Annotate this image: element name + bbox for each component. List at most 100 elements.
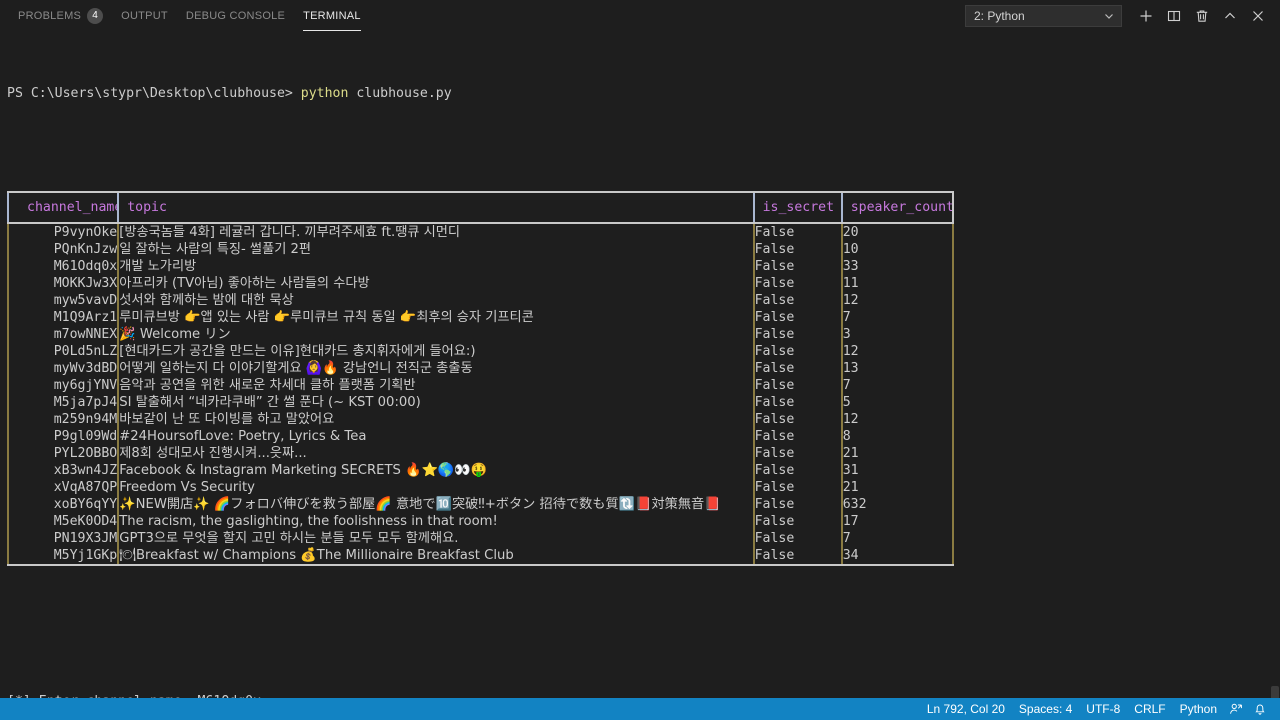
panel-actions: 2: Python <box>965 0 1280 31</box>
cell-is-secret-text: False <box>755 259 795 274</box>
new-terminal-button[interactable] <box>1132 2 1160 30</box>
cell-channel-name: xVqA87QP <box>8 479 118 496</box>
cell-is-secret-text: False <box>755 395 795 410</box>
cell-is-secret: False <box>754 223 842 241</box>
cell-channel-name: P9gl09Wd <box>8 428 118 445</box>
cell-topic-text: ✨NEW開店✨ 🌈フォロバ伸びを救う部屋🌈 意地で🔟突破‼+ボタン 招待で数も質… <box>119 497 720 512</box>
cell-topic-text: 음악과 공연을 위한 새로운 차세대 클하 플랫폼 기획반 <box>119 378 415 393</box>
split-icon <box>1166 8 1182 24</box>
feedback-icon[interactable] <box>1224 698 1248 720</box>
cell-speaker-count-text: 8 <box>843 429 851 444</box>
cell-speaker-count-text: 3 <box>843 327 851 342</box>
cell-speaker-count: 21 <box>842 479 953 496</box>
kill-terminal-button[interactable] <box>1188 2 1216 30</box>
cell-topic-text: 어떻게 일하는지 다 이야기할게요 🙆‍♀️🔥 강남언니 전직군 총출동 <box>119 361 472 376</box>
cell-topic: Facebook & Instagram Marketing SECRETS 🔥… <box>118 462 753 479</box>
cell-channel-name-text: MOKKJw3X <box>54 276 118 291</box>
cell-channel-name-text: xoBY6qYY <box>54 497 118 512</box>
status-cursor-position[interactable]: Ln 792, Col 20 <box>920 698 1012 720</box>
table-row: xVqA87QPFreedom Vs Security False 21 <box>8 479 953 496</box>
cell-topic: 음악과 공연을 위한 새로운 차세대 클하 플랫폼 기획반 <box>118 377 753 394</box>
tab-terminal-label: TERMINAL <box>303 10 361 22</box>
command-arg: clubhouse.py <box>348 86 451 101</box>
cell-speaker-count-text: 33 <box>843 259 859 274</box>
cell-is-secret-text: False <box>755 276 795 291</box>
cell-channel-name-text: M5eK0OD4 <box>54 514 118 529</box>
cell-is-secret-text: False <box>755 361 795 376</box>
terminal-selector-dropdown[interactable]: 2: Python <box>965 5 1122 27</box>
cell-is-secret: False <box>754 428 842 445</box>
cell-speaker-count-text: 5 <box>843 395 851 410</box>
table-row: M5Yj1GKp🍽Breakfast w/ Champions 💰The Mil… <box>8 547 953 565</box>
tab-terminal[interactable]: TERMINAL <box>294 0 370 31</box>
cell-is-secret-text: False <box>755 310 795 325</box>
table-row: M5ja7pJ4SI 탈출해서 “네카라쿠배” 간 썰 푼다 (~ KST 00… <box>8 394 953 411</box>
cell-is-secret-text: False <box>755 463 795 478</box>
table-row: myWv3dBD어떻게 일하는지 다 이야기할게요 🙆‍♀️🔥 강남언니 전직군… <box>8 360 953 377</box>
cell-topic-text: 제8회 성대모사 진행시켜...읏짜... <box>119 446 307 461</box>
status-eol[interactable]: CRLF <box>1127 698 1172 720</box>
bell-icon[interactable] <box>1248 698 1272 720</box>
tab-problems[interactable]: PROBLEMS 4 <box>9 0 112 31</box>
cell-channel-name: P0Ld5nLZ <box>8 343 118 360</box>
cell-channel-name-text: m7owNNEX <box>54 327 118 342</box>
cell-is-secret-text: False <box>755 378 795 393</box>
cell-is-secret: False <box>754 343 842 360</box>
cell-topic: 섯서와 함께하는 밤에 대한 묵상 <box>118 292 753 309</box>
cell-channel-name: PN19X3JM <box>8 530 118 547</box>
cell-channel-name: myw5vavD <box>8 292 118 309</box>
shell-prompt: PS C:\Users\stypr\Desktop\clubhouse> <box>7 86 293 101</box>
cell-is-secret-text: False <box>755 344 795 359</box>
tab-debug-console[interactable]: DEBUG CONSOLE <box>177 0 294 31</box>
tab-output[interactable]: OUTPUT <box>112 0 177 31</box>
cell-channel-name: PYL2OBBO <box>8 445 118 462</box>
cell-channel-name: M5eK0OD4 <box>8 513 118 530</box>
table-row: xoBY6qYY✨NEW開店✨ 🌈フォロバ伸びを救う部屋🌈 意地で🔟突破‼+ボタ… <box>8 496 953 513</box>
tab-problems-label: PROBLEMS <box>18 10 81 22</box>
cell-topic: 제8회 성대모사 진행시켜...읏짜... <box>118 445 753 462</box>
cell-topic-text: SI 탈출해서 “네카라쿠배” 간 썰 푼다 (~ KST 00:00) <box>119 395 421 410</box>
status-language-mode[interactable]: Python <box>1173 698 1224 720</box>
cell-is-secret: False <box>754 479 842 496</box>
terminal-prompt-line: PS C:\Users\stypr\Desktop\clubhouse> pyt… <box>7 85 1280 102</box>
cell-channel-name-text: M5ja7pJ4 <box>54 395 118 410</box>
cell-topic: SI 탈출해서 “네카라쿠배” 간 썰 푼다 (~ KST 00:00) <box>118 394 753 411</box>
cell-speaker-count: 13 <box>842 360 953 377</box>
cell-is-secret: False <box>754 326 842 343</box>
cell-channel-name: xB3wn4JZ <box>8 462 118 479</box>
status-indentation[interactable]: Spaces: 4 <box>1012 698 1079 720</box>
split-terminal-button[interactable] <box>1160 2 1188 30</box>
cell-channel-name-text: M5Yj1GKp <box>54 548 118 563</box>
cell-speaker-count: 10 <box>842 241 953 258</box>
cell-speaker-count: 34 <box>842 547 953 565</box>
cell-topic: ✨NEW開店✨ 🌈フォロバ伸びを救う部屋🌈 意地で🔟突破‼+ボタン 招待で数も質… <box>118 496 753 513</box>
cell-is-secret-text: False <box>755 293 795 308</box>
cell-channel-name-text: xB3wn4JZ <box>54 463 118 478</box>
terminal-panel[interactable]: PS C:\Users\stypr\Desktop\clubhouse> pyt… <box>0 31 1280 704</box>
cell-is-secret-text: False <box>755 412 795 427</box>
cell-is-secret: False <box>754 445 842 462</box>
table-row: my6gjYNV음악과 공연을 위한 새로운 차세대 클하 플랫폼 기획반Fal… <box>8 377 953 394</box>
cell-speaker-count-text: 12 <box>843 344 859 359</box>
terminal-scrollbar[interactable] <box>1270 31 1280 704</box>
column-header-is-secret: is_secret <box>754 192 842 223</box>
cell-topic: #24HoursofLove: Poetry, Lyrics & Tea <box>118 428 753 445</box>
table-row: m259n94M바보같이 난 또 다이빙를 하고 말았어요False12 <box>8 411 953 428</box>
cell-topic: 개발 노가리방 <box>118 258 753 275</box>
cell-topic-text: Freedom Vs Security <box>119 480 255 495</box>
cell-channel-name-text: myw5vavD <box>54 293 118 308</box>
cell-is-secret-text: False <box>755 225 795 240</box>
status-encoding[interactable]: UTF-8 <box>1079 698 1127 720</box>
cell-speaker-count: 632 <box>842 496 953 513</box>
cell-is-secret-text: False <box>755 480 795 495</box>
cell-channel-name: M5ja7pJ4 <box>8 394 118 411</box>
cell-topic-text: Facebook & Instagram Marketing SECRETS 🔥… <box>119 463 487 478</box>
close-panel-button[interactable] <box>1244 2 1272 30</box>
cell-channel-name: PQnKnJzw <box>8 241 118 258</box>
cell-is-secret: False <box>754 360 842 377</box>
cell-speaker-count: 12 <box>842 292 953 309</box>
maximize-panel-button[interactable] <box>1216 2 1244 30</box>
cell-topic-text: GPT3으로 무엇을 할지 고민 하시는 분들 모두 모두 함께해요. <box>119 531 458 546</box>
command-keyword: python <box>301 86 349 101</box>
cell-channel-name-text: myWv3dBD <box>54 361 118 376</box>
